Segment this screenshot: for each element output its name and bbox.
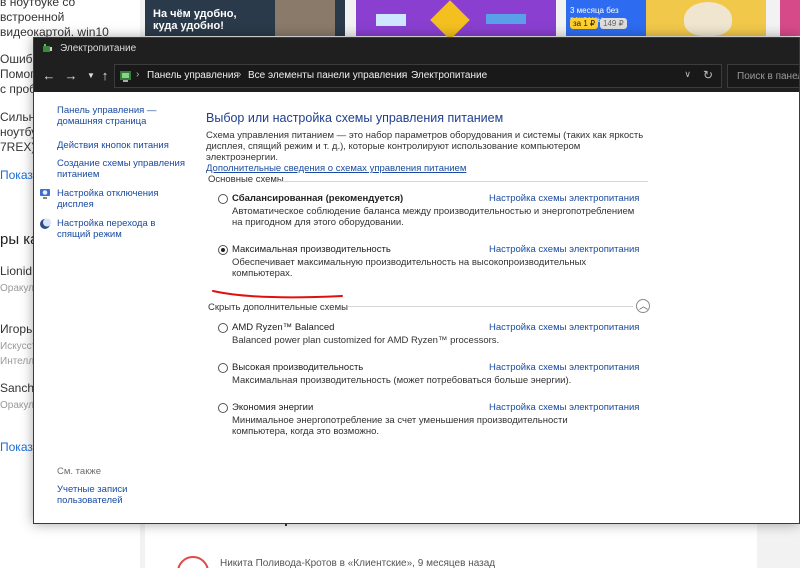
background-text: Lionid xyxy=(0,264,33,278)
address-field[interactable]: › Панель управления › Все элементы панел… xyxy=(114,64,722,88)
plan-description: Максимальная производительность (может п… xyxy=(232,375,572,386)
background-text: встроенной xyxy=(0,10,65,24)
background-ad-image xyxy=(376,14,406,26)
background-ad-title: На чём удобно, куда удобно! xyxy=(153,8,237,32)
background-text: в ноутбуке со xyxy=(0,0,76,9)
section-divider xyxy=(348,306,633,307)
plan-name: Сбалансированная (рекомендуется) xyxy=(232,193,404,204)
search-field[interactable] xyxy=(727,64,799,88)
refresh-icon[interactable]: ↻ xyxy=(703,68,713,82)
link-display-off-settings[interactable]: Настройка отключения дисплея xyxy=(57,188,185,210)
plan-name: Максимальная производительность xyxy=(232,244,391,255)
link-control-panel-home[interactable]: Панель управления — домашняя страница xyxy=(57,105,185,127)
background-ad-image xyxy=(486,14,526,24)
breadcrumb-separator-icon: › xyxy=(238,69,242,80)
breadcrumb-power-options[interactable]: Электропитание xyxy=(411,70,487,81)
title-bar[interactable]: Электропитание xyxy=(34,38,799,60)
section-basic-schemes: Основные схемы xyxy=(208,174,284,185)
background-ad-image xyxy=(275,0,335,36)
up-arrow-icon[interactable]: ↑ xyxy=(97,68,113,84)
background-link[interactable]: Показ xyxy=(0,168,33,183)
plan-settings-link[interactable]: Настройка схемы электропитания xyxy=(489,362,639,373)
link-create-power-plan[interactable]: Создание схемы управления питанием xyxy=(57,158,185,180)
radio-amd-balanced[interactable] xyxy=(218,323,228,333)
plan-description: Balanced power plan customized for AMD R… xyxy=(232,335,500,346)
plan-name: Экономия энергии xyxy=(232,402,314,413)
address-dropdown-chevron-icon[interactable]: ∨ xyxy=(684,69,691,80)
back-arrow-icon[interactable]: ← xyxy=(41,68,57,84)
address-bar: ← → ▼ ↑ › Панель управления › Все элемен… xyxy=(34,60,799,92)
section-divider xyxy=(278,181,648,182)
page-description: Схема управления питанием — это набор па… xyxy=(206,130,652,174)
description-text: Схема управления питанием — это набор па… xyxy=(206,130,644,163)
background-ad-image xyxy=(430,0,470,40)
collapse-chevron-up-icon[interactable]: ︿ xyxy=(636,299,650,313)
left-navigation-pane: Панель управления — домашняя страница Де… xyxy=(34,92,189,523)
background-text: Интелл xyxy=(0,356,35,367)
radio-power-saver[interactable] xyxy=(218,403,228,413)
plan-description: Минимальное энергопотребление за счет ум… xyxy=(232,415,568,437)
background-ad-card[interactable]: 3 месяца без рекламы за 1 ₽ 149 ₽ xyxy=(566,0,646,36)
plan-description: Обеспечивает максимальную производительн… xyxy=(232,257,587,279)
more-info-link[interactable]: Дополнительные сведения о схемах управле… xyxy=(206,163,466,174)
plan-settings-link[interactable]: Настройка схемы электропитания xyxy=(489,193,639,204)
background-ad-card[interactable]: На чём удобно, куда удобно! xyxy=(145,0,345,36)
forward-arrow-icon[interactable]: → xyxy=(63,68,79,84)
background-comment: Никита Поливода-Кротов в «Клиентские», 9… xyxy=(145,518,757,568)
power-options-icon xyxy=(43,44,52,52)
radio-high-performance[interactable] xyxy=(218,363,228,373)
link-power-button-actions[interactable]: Действия кнопок питания xyxy=(57,140,185,151)
see-also-label: См. также xyxy=(57,466,101,477)
power-options-window: Электропитание ← → ▼ ↑ › Панель управлен… xyxy=(33,37,800,524)
avatar[interactable] xyxy=(177,556,209,568)
background-text: Оракул xyxy=(0,283,35,294)
link-sleep-settings[interactable]: Настройка перехода в спящий режим xyxy=(57,218,185,240)
breadcrumb-separator-icon: › xyxy=(401,69,405,80)
background-ad-pill: за 1 ₽ xyxy=(570,18,599,29)
plan-settings-link[interactable]: Настройка схемы электропитания xyxy=(489,402,639,413)
background-ad-price: 149 ₽ xyxy=(600,18,627,29)
red-annotation-underline xyxy=(212,290,343,299)
page-title: Выбор или настройка схемы управления пит… xyxy=(206,111,504,125)
background-ad-card[interactable] xyxy=(780,0,800,36)
sleep-moon-icon xyxy=(40,218,51,229)
background-ad-image xyxy=(684,2,732,36)
breadcrumb-all-items[interactable]: Все элементы панели управления xyxy=(248,70,407,81)
plan-description: Автоматическое соблюдение баланса между … xyxy=(232,206,635,228)
breadcrumb-separator-icon: › xyxy=(136,69,140,80)
background-text: Sanch xyxy=(0,381,35,395)
control-panel-icon xyxy=(120,71,131,82)
breadcrumb-control-panel[interactable]: Панель управления xyxy=(147,70,239,81)
main-content: Выбор или настройка схемы управления пит… xyxy=(206,92,796,523)
plan-name: AMD Ryzen™ Balanced xyxy=(232,322,335,333)
background-text: Оракул xyxy=(0,400,35,411)
radio-ultimate-performance[interactable] xyxy=(218,245,228,255)
search-input[interactable] xyxy=(728,65,799,87)
background-comment-meta: Никита Поливода-Кротов в «Клиентские», 9… xyxy=(220,558,496,568)
window-title: Электропитание xyxy=(60,43,137,54)
background-ad-card[interactable] xyxy=(356,0,556,40)
plan-name: Высокая производительность xyxy=(232,362,364,373)
monitor-clock-icon xyxy=(40,189,50,199)
background-text: 7REX) xyxy=(0,140,36,154)
link-user-accounts[interactable]: Учетные записи пользователей xyxy=(57,484,185,506)
background-text: Игорь xyxy=(0,322,33,336)
background-link[interactable]: Показ xyxy=(0,440,33,455)
radio-balanced[interactable] xyxy=(218,194,228,204)
plan-settings-link[interactable]: Настройка схемы электропитания xyxy=(489,322,639,333)
background-ad-card[interactable] xyxy=(646,0,766,36)
plan-settings-link[interactable]: Настройка схемы электропитания xyxy=(489,244,639,255)
